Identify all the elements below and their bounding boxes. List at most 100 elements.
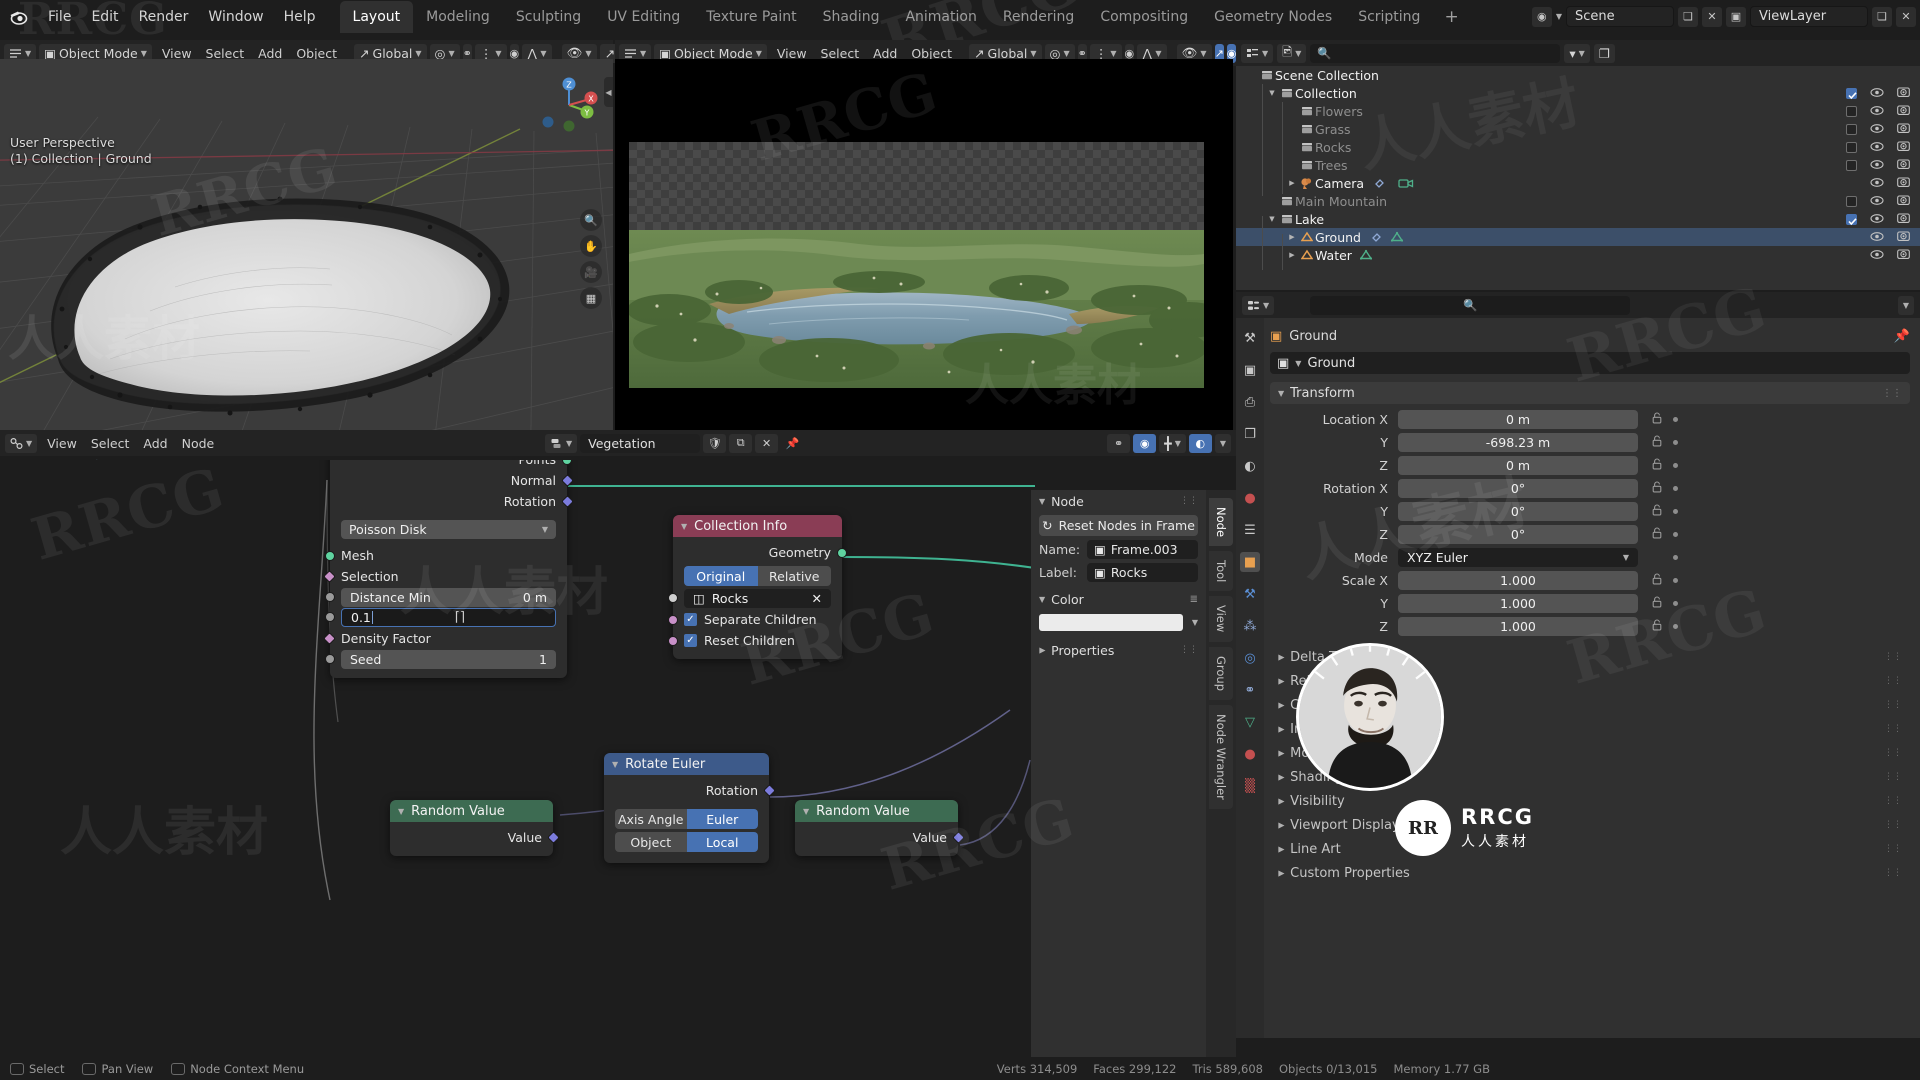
node-output-random-value-2[interactable]: Value <box>795 827 965 848</box>
workspace-tab-rendering[interactable]: Rendering <box>990 1 1088 33</box>
workspace-tab-animation[interactable]: Animation <box>892 1 989 33</box>
workspace-tab-geometry-nodes[interactable]: Geometry Nodes <box>1201 1 1345 33</box>
animate-property-dot[interactable] <box>1673 601 1678 606</box>
modifier-icon[interactable] <box>1371 231 1383 243</box>
pin-icon[interactable]: 📌 <box>1894 329 1910 344</box>
node-canvas[interactable]: ▼ Distribute Points on Faces Points Norm… <box>0 460 1236 1080</box>
panel-visibility[interactable]: ▼ Visibility ⋮⋮ <box>1270 790 1910 812</box>
workspace-tab-sculpting[interactable]: Sculpting <box>503 1 594 33</box>
animate-property-dot[interactable] <box>1673 624 1678 629</box>
material-tab[interactable]: ● <box>1240 744 1260 764</box>
node-input-density-factor[interactable]: Density Factor <box>323 628 567 649</box>
socket-separate-children[interactable] <box>668 614 678 625</box>
panel-grip-icon[interactable]: ⋮⋮ <box>1884 844 1902 854</box>
viewlayer-name-field[interactable]: ViewLayer <box>1750 6 1868 27</box>
constraints-tab[interactable]: ⚭ <box>1240 680 1260 700</box>
exclude-checkbox[interactable] <box>1846 159 1857 171</box>
properties-panel-header[interactable]: ▼ Properties ⋮⋮ <box>1031 639 1206 661</box>
node-label-input[interactable]: ▣ Rocks <box>1087 563 1198 582</box>
panel-grip-icon[interactable]: ⋮⋮ <box>1884 652 1902 662</box>
animate-property-dot[interactable] <box>1673 578 1678 583</box>
menu-file[interactable]: File <box>38 6 81 28</box>
outliner-editor-type-icon[interactable]: ▼ <box>1241 43 1274 63</box>
node-random-value-2[interactable]: ▼ Random Value Value <box>795 800 965 856</box>
world-tab[interactable]: ● <box>1240 488 1260 508</box>
render-tab[interactable]: ▣ <box>1240 360 1260 380</box>
animate-property-dot[interactable] <box>1673 532 1678 537</box>
panel-grip-icon[interactable]: ⋮⋮ <box>1884 724 1902 734</box>
disclosure-right-icon[interactable]: ▶ <box>1286 233 1298 241</box>
hand-pan-icon[interactable]: ✋ <box>580 235 602 257</box>
navigation-gizmo[interactable]: Z Y X <box>538 74 600 136</box>
transform-space-toggle[interactable]: Original Relative <box>684 566 831 586</box>
field-collection[interactable]: ◫ Rocks ✕ <box>684 589 831 608</box>
node-output-rotate-euler[interactable]: Rotation <box>604 780 776 801</box>
animate-property-dot[interactable] <box>1673 486 1678 491</box>
render-camera-icon[interactable] <box>1897 194 1910 209</box>
workspace-tab-compositing[interactable]: Compositing <box>1087 1 1201 33</box>
node-output-geometry[interactable]: Geometry <box>673 542 847 563</box>
object-tab[interactable]: ■ <box>1240 552 1260 572</box>
viewlayer-browse-icon[interactable]: ▣ <box>1726 6 1746 27</box>
node-overlay-chevron[interactable]: ▼ <box>1214 433 1231 453</box>
node-output-random-value-1[interactable]: Value <box>390 827 560 848</box>
camera-data-icon[interactable] <box>1374 177 1386 189</box>
object-name-field[interactable]: ▣ ▼ Ground <box>1270 352 1910 374</box>
node-name-input[interactable]: ▣ Frame.003 <box>1087 540 1198 559</box>
node-collapse-chevron-icon-4[interactable]: ▼ <box>803 807 809 816</box>
output-tab[interactable]: ⎙ <box>1240 392 1260 412</box>
eye-visibility-icon[interactable] <box>1870 86 1884 101</box>
pin-node-tree-icon[interactable]: 📌 <box>781 434 804 453</box>
transform-value-field[interactable]: -698.23 m <box>1398 433 1638 452</box>
eye-visibility-icon[interactable] <box>1870 212 1884 227</box>
node-snap-mode[interactable]: ╋ ▼ <box>1159 433 1186 453</box>
socket-geometry-out[interactable] <box>837 547 847 558</box>
menu-help[interactable]: Help <box>274 6 326 28</box>
lock-icon[interactable] <box>1652 458 1662 473</box>
node-tree-name-field[interactable]: Vegetation <box>580 433 701 453</box>
new-viewlayer-icon[interactable]: ❏ <box>1872 6 1892 27</box>
node-input-mesh[interactable]: Mesh <box>325 545 567 566</box>
outliner-row-water[interactable]: ▶ Water <box>1236 246 1920 264</box>
lock-icon[interactable] <box>1652 527 1662 542</box>
menu-edit[interactable]: Edit <box>81 6 128 28</box>
outliner-row-main-mountain[interactable]: Main Mountain <box>1236 192 1920 210</box>
node-sidebar-tab-group[interactable]: Group <box>1209 646 1233 700</box>
outliner-row-lake[interactable]: ▼ Lake <box>1236 210 1920 228</box>
transform-value-field[interactable]: 1.000 <box>1398 571 1638 590</box>
node-menu-add[interactable]: Add <box>136 436 174 451</box>
lock-icon[interactable] <box>1652 435 1662 450</box>
zoom-icon[interactable]: 🔍 <box>580 209 602 231</box>
panel-custom-properties[interactable]: ▼ Custom Properties ⋮⋮ <box>1270 862 1910 884</box>
socket-reset-children[interactable] <box>668 635 678 646</box>
disclosure-right-icon[interactable]: ▶ <box>1286 179 1298 187</box>
outliner-new-collection-icon[interactable]: ❐ <box>1593 43 1616 63</box>
outliner-row-collection[interactable]: ▼ Collection <box>1236 84 1920 102</box>
distribution-method-dropdown[interactable]: Poisson Disk ▼ <box>341 520 556 539</box>
node-sidebar-tab-node-wrangler[interactable]: Node Wrangler <box>1209 704 1233 809</box>
exclude-checkbox[interactable] <box>1846 213 1857 225</box>
eye-visibility-icon[interactable] <box>1870 194 1884 209</box>
animate-property-dot[interactable] <box>1673 440 1678 445</box>
transform-panel-header[interactable]: ▼ Transform ⋮⋮ <box>1270 382 1910 404</box>
ortho-persp-icon[interactable]: ▦ <box>580 287 602 309</box>
rotate-type-toggle[interactable]: Axis Angle Euler <box>615 809 758 829</box>
socket-seed[interactable] <box>325 654 335 664</box>
rotate-space-toggle[interactable]: Object Local <box>615 832 758 852</box>
disclosure-down-icon[interactable]: ▼ <box>1266 89 1278 97</box>
outliner-row-grass[interactable]: Grass <box>1236 120 1920 138</box>
transform-value-field[interactable]: 0° <box>1398 502 1638 521</box>
field-distance-max-editing[interactable]: 0.1 ⌈⌉ <box>341 608 556 627</box>
menu-window[interactable]: Window <box>198 6 273 28</box>
transform-value-field[interactable]: 0° <box>1398 525 1638 544</box>
sidebar-toggle-arrow-icon[interactable]: ◀ <box>604 77 613 107</box>
menu-render[interactable]: Render <box>129 6 199 28</box>
transform-value-field[interactable]: 0 m <box>1398 410 1638 429</box>
node-sidebar-tab-tool[interactable]: Tool <box>1209 551 1233 592</box>
modifier-tab[interactable]: ⚒ <box>1240 584 1260 604</box>
outliner-row-rocks[interactable]: Rocks <box>1236 138 1920 156</box>
node-menu-view[interactable]: View <box>40 436 84 451</box>
outliner-display-mode[interactable]: 🖻 ▼ <box>1277 43 1307 63</box>
node-sidebar-tab-node[interactable]: Node <box>1209 498 1233 547</box>
properties-editor-type-icon[interactable]: ▼ <box>1242 295 1275 315</box>
